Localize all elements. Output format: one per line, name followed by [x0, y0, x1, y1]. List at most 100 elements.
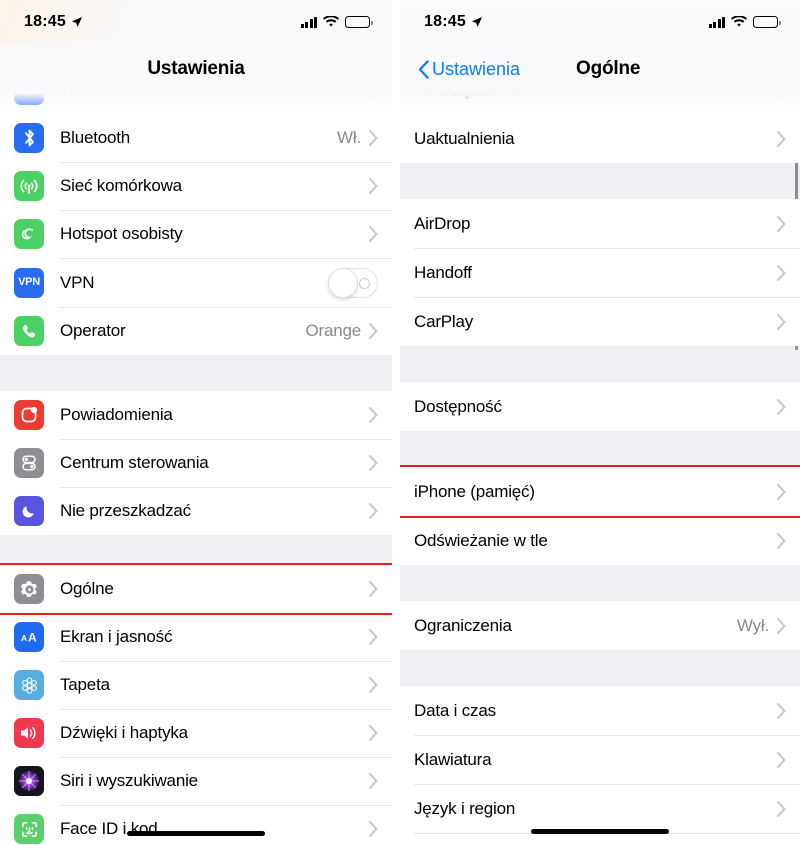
list-item-label: Handoff: [414, 262, 472, 282]
control-center-icon: [14, 448, 44, 478]
list-item-value: FRITZ!Box 6490: [239, 94, 361, 100]
chevron-right-icon: [369, 581, 378, 597]
list-item-label: Ekran i jasność: [60, 627, 173, 646]
list-item-label: iPhone (pamięć): [414, 481, 535, 501]
chevron-right-icon: [777, 751, 786, 768]
list-item-label: Dostępność: [414, 396, 502, 416]
home-indicator[interactable]: [531, 829, 669, 834]
home-indicator[interactable]: [127, 831, 265, 836]
chevron-right-icon: [369, 323, 378, 339]
list-item-label: Face ID i kod: [60, 819, 158, 838]
list-item-label: Tapeta: [60, 675, 110, 694]
list-item-iphone-storage[interactable]: iPhone (pamięć): [400, 465, 800, 518]
list-item-label: Data i czas: [414, 700, 496, 720]
chevron-right-icon: [777, 532, 786, 549]
face-id-icon: [14, 814, 44, 844]
dual-phone-screenshot: 18:45 Ustawienia Bluetooth Wł. Sieć komó…: [0, 0, 800, 845]
list-item-label: Powiadomienia: [60, 405, 173, 424]
sidebar-item-bluetooth[interactable]: Bluetooth Wł.: [0, 114, 392, 162]
list-item-date-time[interactable]: Data i czas: [400, 686, 800, 735]
list-item-carplay[interactable]: CarPlay: [400, 297, 800, 346]
sidebar-item-siri-search[interactable]: Siri i wyszukiwanie: [0, 757, 392, 805]
right-phone-screen-general: 18:45 Ustawienia Ogólne Uaktualnienia Ai…: [400, 0, 800, 845]
wifi-settings-icon: [14, 94, 44, 105]
wifi-icon: [731, 16, 747, 27]
chevron-right-icon: [369, 94, 375, 98]
battery-full-icon: [345, 16, 373, 28]
list-item-dictionary[interactable]: Słownik: [400, 833, 800, 845]
list-item-label: Ograniczenia: [414, 615, 512, 635]
sidebar-item-wallpaper[interactable]: Tapeta: [0, 661, 392, 709]
group-separator: [400, 565, 800, 601]
status-bar-right-cluster: [300, 16, 373, 28]
sidebar-item-control-center[interactable]: Centrum sterowania: [0, 439, 392, 487]
list-item-label: Centrum sterowania: [60, 453, 209, 472]
sidebar-item-carrier[interactable]: Operator Orange: [0, 307, 392, 355]
group-separator: [400, 431, 800, 467]
settings-list-left[interactable]: Wi-Fi FRITZ!Box 6490 Bluetooth Wł.: [0, 94, 392, 845]
list-item-label: Nie przeszkadzać: [60, 501, 191, 520]
toggle-off-indicator: [359, 277, 370, 289]
notifications-icon: [14, 400, 44, 430]
chevron-right-icon: [369, 130, 378, 146]
sidebar-item-cellular[interactable]: Sieć komórkowa: [0, 162, 392, 210]
list-item-accessibility[interactable]: Dostępność: [400, 382, 800, 431]
group-separator: [0, 535, 392, 565]
general-list-right[interactable]: To urządzenie... Uaktualnienia AirDrop: [400, 94, 800, 845]
sidebar-item-notifications[interactable]: Powiadomienia: [0, 391, 392, 439]
status-bar-left: 18:45: [0, 0, 392, 44]
list-item-label: Klawiatura: [414, 749, 492, 769]
location-arrow-icon: [71, 17, 82, 27]
list-item-label: To urządzenie...: [414, 94, 777, 100]
nav-bar-left: Ustawienia: [0, 44, 392, 94]
list-item-label: Wi-Fi: [60, 94, 239, 100]
settings-group-notifications: Powiadomienia Centrum sterowania Nie prz…: [0, 391, 392, 535]
group-separator: [400, 650, 800, 686]
list-item-restrictions[interactable]: Ograniczenia Wył.: [400, 601, 800, 650]
wifi-icon: [323, 16, 339, 27]
status-bar-left-cluster: 18:45: [424, 13, 483, 31]
cellular-bars-icon: [300, 16, 317, 28]
chevron-right-icon: [369, 773, 378, 789]
chevron-right-icon: [369, 725, 378, 741]
list-item-label: Odświeżanie w tle: [414, 530, 548, 550]
status-bar-left-cluster: 18:45: [24, 13, 83, 31]
settings-group-system: Ogólne A A Ekran i jasność Tapeta Dźwięk…: [0, 563, 392, 845]
group-separator: [400, 346, 800, 382]
sidebar-item-sounds-haptics[interactable]: Dźwięki i haptyka: [0, 709, 392, 757]
siri-icon: [14, 766, 44, 796]
sidebar-item-display-brightness[interactable]: A A Ekran i jasność: [0, 613, 392, 661]
list-item-keyboard[interactable]: Klawiatura: [400, 735, 800, 784]
sidebar-item-do-not-disturb[interactable]: Nie przeszkadzać: [0, 487, 392, 535]
sidebar-item-personal-hotspot[interactable]: Hotspot osobisty: [0, 210, 392, 258]
status-bar-time: 18:45: [424, 13, 466, 30]
list-item-handoff[interactable]: Handoff: [400, 248, 800, 297]
sidebar-item-face-id[interactable]: Face ID i kod: [0, 805, 392, 845]
vpn-toggle[interactable]: [328, 267, 378, 298]
chevron-right-icon: [777, 94, 783, 98]
back-button[interactable]: Ustawienia: [418, 59, 520, 80]
list-item-airdrop[interactable]: AirDrop: [400, 199, 800, 248]
general-group-restrictions: Ograniczenia Wył.: [400, 601, 800, 650]
list-item-background-refresh[interactable]: Odświeżanie w tle: [400, 516, 800, 565]
cellular-antenna-icon: [14, 171, 44, 201]
partial-row-this-device[interactable]: To urządzenie...: [400, 94, 800, 114]
display-brightness-icon: A A: [14, 622, 44, 652]
partial-row-wifi[interactable]: Wi-Fi FRITZ!Box 6490: [0, 94, 392, 114]
list-item-language-region[interactable]: Język i region: [400, 784, 800, 833]
sidebar-item-vpn[interactable]: VPN VPN: [0, 258, 392, 307]
chevron-right-icon: [777, 483, 786, 500]
page-title: Ogólne: [576, 58, 641, 79]
chevron-right-icon: [369, 226, 378, 242]
list-item-label: Bluetooth: [60, 128, 131, 147]
list-item: To urządzenie...: [400, 94, 800, 114]
chevron-right-icon: [369, 629, 378, 645]
list-item-label: Dźwięki i haptyka: [60, 723, 188, 742]
general-group-localization: Data i czas Klawiatura Język i region Sł…: [400, 686, 800, 845]
status-bar-time: 18:45: [24, 13, 66, 30]
list-item-software-update[interactable]: Uaktualnienia: [400, 114, 800, 163]
chevron-right-icon: [777, 800, 786, 817]
sidebar-item-general[interactable]: Ogólne: [0, 563, 392, 615]
list-item-value: Wł.: [337, 128, 361, 147]
list-item-value: Orange: [305, 321, 361, 340]
